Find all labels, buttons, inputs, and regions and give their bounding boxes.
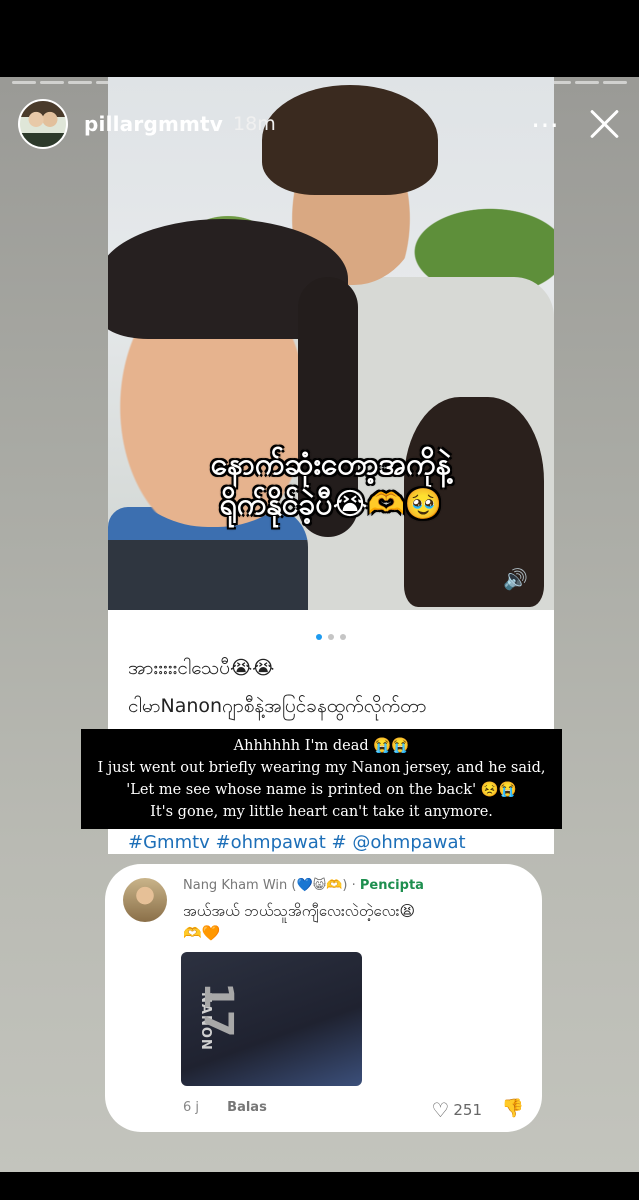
like-count: 251 — [453, 1101, 482, 1119]
comment-card[interactable]: Nang Kham Win (💙😸🫶) · Pencipta အယ်အယ် ဘယ… — [105, 864, 542, 1132]
volume-icon[interactable]: 🔊 — [503, 567, 528, 591]
translation-line: It's gone, my little heart can't take it… — [150, 804, 493, 820]
comment-line: 🫶🧡 — [183, 924, 221, 942]
comment-line: အယ်အယ် ဘယ်သူအိကျီလေးလဲတဲ့လေး😫 — [183, 902, 416, 920]
creator-badge: Pencipta — [359, 878, 424, 893]
like-button[interactable]: ♡ 251 — [431, 1098, 482, 1122]
close-icon[interactable] — [587, 107, 621, 141]
jersey-number: 17 — [195, 982, 241, 1038]
separator: · — [347, 878, 360, 893]
carousel-dots — [108, 625, 554, 644]
carousel-dot — [316, 634, 322, 640]
more-options-icon[interactable]: ⋯ — [531, 108, 561, 141]
comment-text: အယ်အယ် ဘယ်သူအိကျီလေးလဲတဲ့လေး😫 🫶🧡 — [183, 900, 415, 944]
translation-line: Ahhhhhh I'm dead 😭😭 — [233, 738, 410, 754]
carousel-dot — [340, 634, 346, 640]
caption-line: ငါမာNanonဂျာစီနဲ့အပြင်ခနထွက်လိုက်တာ — [128, 695, 427, 717]
username[interactable]: pillargmmtv — [84, 112, 223, 136]
commenter-name[interactable]: Nang Kham Win (💙😸🫶) — [183, 878, 347, 893]
comment-age: 6 j — [183, 1100, 200, 1115]
translation-line: 'Let me see whose name is printed on the… — [126, 782, 517, 798]
overlay-line: နောက်ဆုံးတော့အကိုနဲ့ — [210, 447, 452, 482]
reply-button[interactable]: Balas — [227, 1100, 267, 1115]
overlay-line: ရိုက်နိုင်ခဲ့ပီ😭🫶🥹 — [219, 487, 443, 522]
post-photo[interactable]: နောက်ဆုံးတော့အကိုနဲ့ ရိုက်နိုင်ခဲ့ပီ😭🫶🥹 … — [108, 77, 554, 610]
commenter-avatar[interactable] — [123, 878, 167, 922]
translation-line: I just went out briefly wearing my Nanon… — [97, 760, 546, 776]
profile-avatar[interactable] — [18, 99, 68, 149]
comment-meta: 6 j Balas — [183, 1100, 267, 1115]
translation-box: Ahhhhhh I'm dead 😭😭 I just went out brie… — [81, 729, 562, 829]
photo-overlay-text: နောက်ဆုံးတော့အကိုနဲ့ ရိုက်နိုင်ခဲ့ပီ😭🫶🥹 — [108, 445, 554, 525]
caption-line: အားးးးးငါသေပီ😭😭 — [128, 657, 275, 679]
hashtags-link[interactable]: #Gmmtv #ohmpawat # @ohmpawat — [128, 832, 466, 853]
comment-image[interactable]: NANON 17 — [181, 952, 362, 1086]
heart-icon: ♡ — [431, 1098, 450, 1122]
commenter-name-row: Nang Kham Win (💙😸🫶) · Pencipta — [183, 878, 424, 893]
carousel-dot — [328, 634, 334, 640]
post-time: 18m — [233, 113, 276, 135]
story-viewer: pillargmmtv 18m ⋯ နောက်ဆုံးတော့အကိုနဲ့ ရ… — [0, 77, 639, 1172]
story-header: pillargmmtv 18m ⋯ — [18, 99, 621, 149]
dislike-icon[interactable]: 👎 — [502, 1098, 524, 1119]
